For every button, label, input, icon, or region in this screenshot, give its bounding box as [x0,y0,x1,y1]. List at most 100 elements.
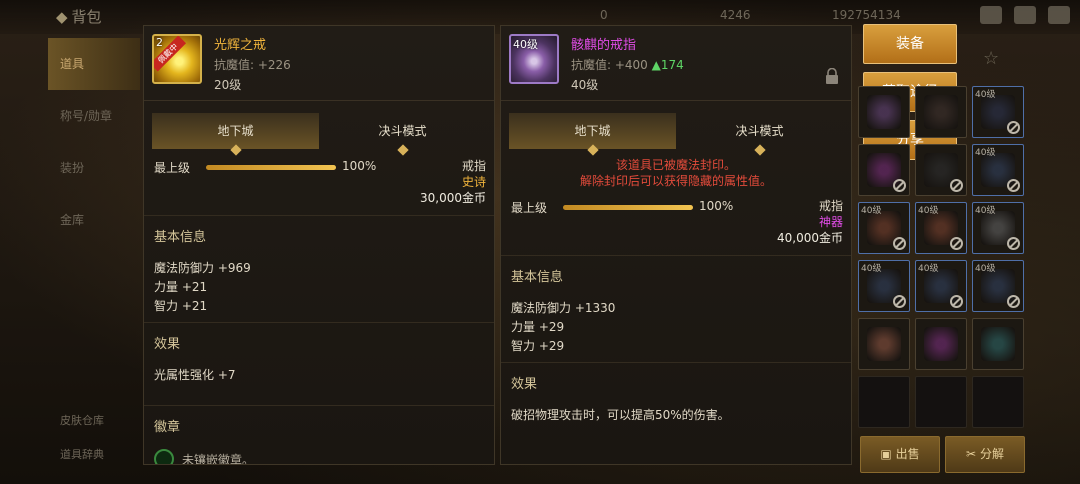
stat-increase: ▲174 [651,58,684,72]
top-icons [980,6,1070,24]
unusable-icon [950,179,963,192]
basic-info-section: 基本信息 魔法防御力 +1330 力量 +29 智力 +29 [501,255,851,362]
unusable-icon [893,295,906,308]
unusable-icon [1007,121,1020,134]
mail-icon[interactable] [1014,6,1036,24]
stat-line: 力量 +21 [154,280,208,294]
inventory-slot[interactable]: 40级 [972,86,1024,138]
inventory-slot[interactable] [915,86,967,138]
grade-label: 最上级 [511,201,548,215]
slot-level: 40级 [975,206,996,216]
grade-label: 最上级 [154,161,191,175]
item-type: 戒指 [818,199,843,213]
item-price: 30,000金币 [420,191,486,205]
favorite-star-icon[interactable]: ☆ [983,48,999,69]
slot-level: 40级 [918,264,939,274]
badge-text: 未镶嵌徽章。 [182,452,255,465]
inventory-slot[interactable]: 40级 [972,202,1024,254]
inventory-slot[interactable] [858,318,910,370]
inventory-slot[interactable]: 40级 [915,202,967,254]
chat-icon[interactable] [1048,6,1070,24]
unusable-icon [1007,179,1020,192]
item-resist-stat: 抗魔值: +400 ▲174 [571,56,684,73]
badge-slot-icon [154,449,174,464]
unusable-icon [950,295,963,308]
grade-bar-fill [206,165,336,170]
inventory-slot[interactable] [915,318,967,370]
slot-level: 40级 [861,264,882,274]
slot-level: 40级 [861,206,882,216]
inventory-slot[interactable] [972,318,1024,370]
sell-label: 出售 [895,447,920,461]
seal-warning: 该道具已被魔法封印。 解除封印后可以获得隐藏的属性值。 [501,157,851,189]
inventory-slot[interactable]: 40级 [972,144,1024,196]
back-button[interactable]: ◆ 背包 [56,6,102,27]
inventory-slot[interactable] [858,86,910,138]
disassemble-button[interactable]: ✂ 分解 [945,436,1025,473]
tab-pvp[interactable]: 决斗模式 [319,113,486,156]
nav-item-items[interactable]: 道具 [48,38,140,90]
nav-item-titles[interactable]: 称号/勋章 [48,90,140,142]
stat-line: 智力 +21 [154,299,208,313]
nav-item-vault[interactable]: 金库 [48,194,140,246]
effect-line: 破招物理攻击时，可以提高50%的伤害。 [511,408,730,422]
slot-level: 40级 [975,264,996,274]
badge-title: 徽章 [154,420,181,435]
unusable-icon [893,237,906,250]
inventory-slot[interactable]: 40级 [858,202,910,254]
shop-icon[interactable] [980,6,1002,24]
unusable-icon [1007,237,1020,250]
ring-gold-icon: 2 佩戴中 [152,34,202,84]
basic-info-section: 基本信息 魔法防御力 +969 力量 +21 智力 +21 [144,215,494,322]
grade-bar [206,165,336,170]
mode-tabs: 地下城 决斗模式 [152,113,486,156]
item-header: 40级 骸麒的戒指 抗魔值: +400 ▲174 40级 [501,26,851,101]
item-header: 2 佩戴中 光辉之戒 抗魔值: +226 20级 [144,26,494,101]
inventory-slot[interactable] [972,376,1024,428]
item-level: 40级 [571,78,599,92]
effect-title: 效果 [511,377,538,392]
stat-line: 力量 +29 [511,320,565,334]
sell-button[interactable]: ▣ 出售 [860,436,940,473]
nav-item-dictionary[interactable]: 道具辞典 [60,446,104,462]
item-name: 骸麒的戒指 [571,38,637,53]
equip-button[interactable]: 装备 [863,24,957,64]
inventory-slot[interactable]: 40级 [972,260,1024,312]
stat-line: 智力 +29 [511,339,565,353]
item-thumbnail-icon [924,327,958,361]
slot-level: 40级 [918,206,939,216]
nav-item-avatar[interactable]: 装扮 [48,142,140,194]
inventory-grid: 40级 40级 40级 40级 40级 40级 40级 40级 [858,86,1024,428]
basic-info-title: 基本信息 [154,230,207,245]
item-rarity: 神器 [818,215,843,229]
left-nav: 道具 称号/勋章 装扮 金库 [48,38,140,246]
item-level-tag: 2 [156,36,163,49]
nav-skin-storage[interactable]: 皮肤仓库 [60,412,104,428]
badge-section: 徽章 未镶嵌徽章。 [144,405,494,465]
item-price: 40,000金币 [777,231,843,245]
effect-section: 效果 光属性强化 +7 [144,322,494,405]
grade-bar-fill [563,205,693,210]
inventory-slot[interactable] [915,144,967,196]
inventory-slot[interactable] [858,376,910,428]
tab-dungeon[interactable]: 地下城 [152,113,319,156]
lock-icon[interactable] [825,68,839,84]
item-rarity: 史诗 [461,175,486,189]
sell-icon: ▣ [880,447,892,461]
basic-info-title: 基本信息 [511,270,564,285]
back-arrow-icon: ◆ [56,8,68,26]
tab-diamond-icon [753,144,766,156]
disassemble-label: 分解 [979,447,1004,461]
inventory-slot[interactable] [858,144,910,196]
item-level: 20级 [214,78,242,92]
tab-pvp[interactable]: 决斗模式 [676,113,843,156]
tab-diamond-icon [396,144,409,156]
grade-percent: 100% [342,159,377,173]
currency-1: 0 [600,8,608,22]
slot-level: 40级 [975,148,996,158]
inventory-slot[interactable]: 40级 [858,260,910,312]
inventory-slot[interactable] [915,376,967,428]
seal-warning-line: 解除封印后可以获得隐藏的属性值。 [579,174,772,188]
inventory-slot[interactable]: 40级 [915,260,967,312]
tab-dungeon[interactable]: 地下城 [509,113,676,156]
